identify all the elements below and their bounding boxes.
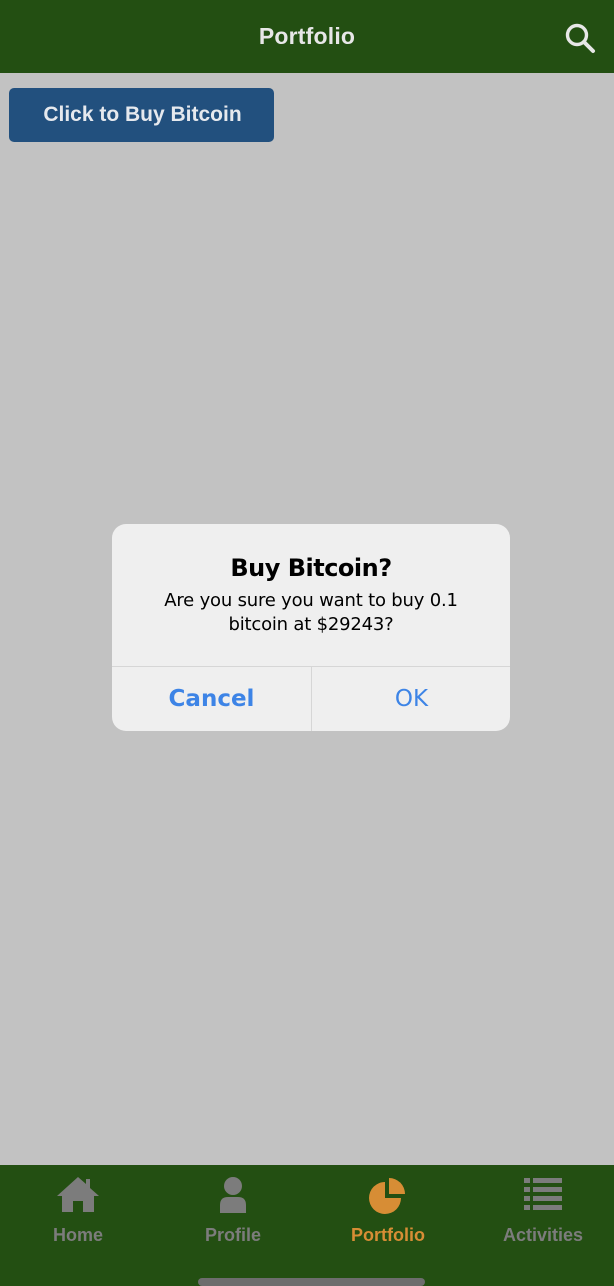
alert-message-line-1: Are you sure you want to buy 0.1: [164, 590, 458, 611]
list-icon: [521, 1175, 565, 1215]
home-indicator[interactable]: [198, 1278, 425, 1286]
tab-bar: Home Profile Portfolio Activities: [0, 1165, 614, 1286]
tab-home[interactable]: Home: [1, 1165, 155, 1265]
home-icon: [56, 1175, 100, 1215]
page-title: Portfolio: [258, 23, 356, 49]
tab-activities-label: Activities: [502, 1225, 584, 1245]
alert-message: Are you sure you want to buy 0.1 bitcoin…: [142, 589, 480, 637]
search-icon[interactable]: [564, 22, 598, 56]
ok-button[interactable]: OK: [312, 667, 510, 731]
alert-message-line-2: bitcoin at $29243?: [228, 614, 394, 635]
tab-profile[interactable]: Profile: [156, 1165, 310, 1265]
tab-portfolio-label: Portfolio: [351, 1225, 425, 1245]
tab-home-label: Home: [52, 1225, 103, 1245]
person-icon: [211, 1175, 255, 1215]
tab-profile-label: Profile: [204, 1225, 261, 1245]
tab-portfolio[interactable]: Portfolio: [311, 1165, 465, 1265]
app-screen: Portfolio Click to Buy Bitcoin Buy Bitco…: [0, 0, 614, 1286]
nav-header: Portfolio: [0, 0, 614, 73]
alert-title: Buy Bitcoin?: [230, 554, 392, 582]
buy-bitcoin-button[interactable]: Click to Buy Bitcoin: [9, 88, 274, 142]
confirm-alert-dialog: Buy Bitcoin? Are you sure you want to bu…: [112, 524, 510, 731]
tab-activities[interactable]: Activities: [466, 1165, 614, 1265]
pie-chart-icon: [366, 1175, 410, 1215]
cancel-button[interactable]: Cancel: [112, 667, 311, 731]
